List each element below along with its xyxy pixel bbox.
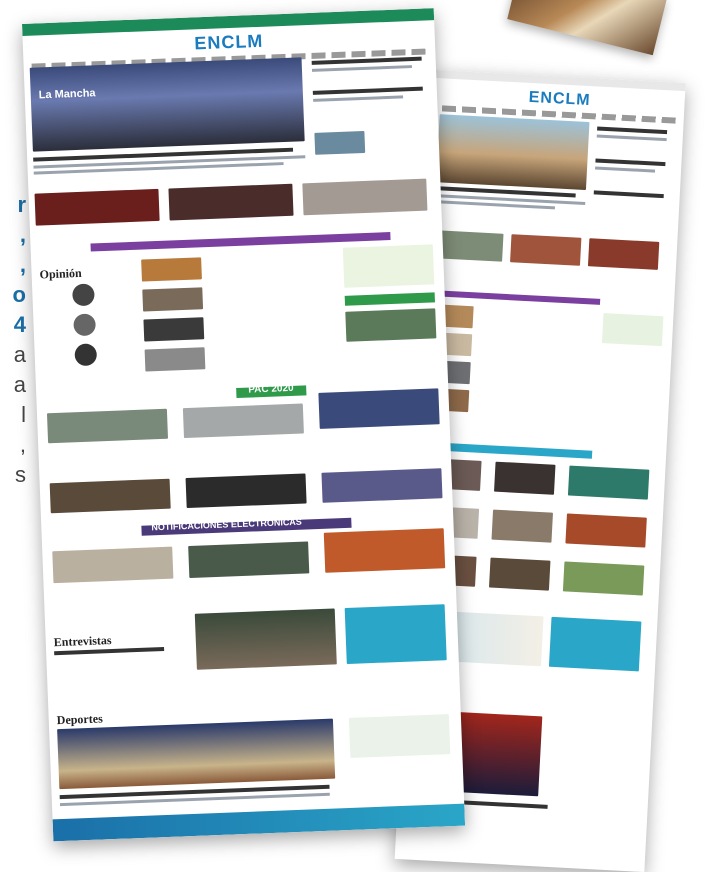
ad-banner — [342, 244, 435, 288]
lead-news-image — [436, 114, 590, 191]
side-text-line: 4 — [13, 312, 26, 337]
news-thumbnail — [168, 183, 294, 221]
news-thumbnail — [142, 287, 204, 312]
news-thumbnail — [141, 257, 202, 282]
news-thumbnail — [345, 308, 437, 342]
deportes-heading: Deportes — [56, 711, 103, 728]
side-text-line: o — [12, 282, 26, 307]
text-line — [595, 166, 656, 173]
news-thumbnail — [144, 347, 206, 372]
news-thumbnail — [49, 478, 171, 514]
text-line — [596, 134, 667, 142]
avatar — [72, 283, 95, 307]
news-thumbnail — [185, 473, 307, 509]
opinion-heading: Opinión — [39, 265, 82, 282]
pac-banner: PAC 2020 — [248, 382, 294, 396]
sports-image — [57, 718, 336, 790]
news-thumbnail — [562, 561, 645, 596]
side-headline — [312, 86, 423, 95]
side-headline — [595, 158, 666, 167]
ad-banner — [344, 604, 447, 665]
side-headline — [597, 126, 668, 135]
ad-banner — [601, 313, 664, 347]
side-text-line: a — [13, 372, 26, 397]
side-headline — [593, 190, 664, 199]
front-website-screenshot: ENCLM La Mancha Opinión PAC 2020 NOTIFIC… — [22, 8, 466, 842]
news-thumbnail — [565, 513, 647, 548]
promo-bar — [344, 292, 435, 306]
entrevistas-heading: Entrevistas — [53, 633, 112, 650]
text-line — [311, 65, 412, 72]
text-line — [313, 95, 404, 102]
news-thumbnail — [143, 317, 205, 342]
corner-photo — [507, 0, 667, 56]
cropped-side-text: r , , o 4 a a l , s — [0, 190, 26, 490]
news-thumbnail — [302, 178, 428, 216]
ad-banner — [348, 714, 451, 758]
news-thumbnail — [323, 528, 446, 573]
interview-image — [194, 608, 337, 670]
section-bar — [430, 290, 601, 305]
avatar — [73, 313, 97, 337]
side-text-line: , — [19, 432, 26, 457]
news-thumbnail — [491, 509, 553, 543]
ad-banner — [548, 616, 642, 672]
side-text-line: s — [15, 462, 26, 487]
news-thumbnail — [188, 541, 310, 578]
news-thumbnail — [314, 130, 366, 155]
news-thumbnail — [182, 403, 304, 439]
side-text-line: a — [13, 342, 26, 367]
news-thumbnail — [488, 557, 551, 591]
news-thumbnail — [34, 188, 160, 226]
news-thumbnail — [587, 238, 660, 270]
news-thumbnail — [321, 468, 443, 503]
news-thumbnail — [46, 408, 169, 444]
side-text-line: , — [19, 252, 26, 277]
side-text-line: r — [17, 192, 26, 217]
avatar — [74, 343, 98, 367]
side-text-line: l — [21, 402, 26, 427]
lead-news-image — [29, 57, 305, 152]
news-thumbnail — [318, 388, 440, 429]
news-thumbnail — [510, 234, 582, 266]
news-thumbnail — [494, 461, 556, 495]
news-thumbnail — [567, 465, 650, 500]
news-thumbnail — [52, 546, 174, 584]
side-text-line: , — [19, 222, 26, 247]
headline-badge: La Mancha — [38, 87, 96, 102]
